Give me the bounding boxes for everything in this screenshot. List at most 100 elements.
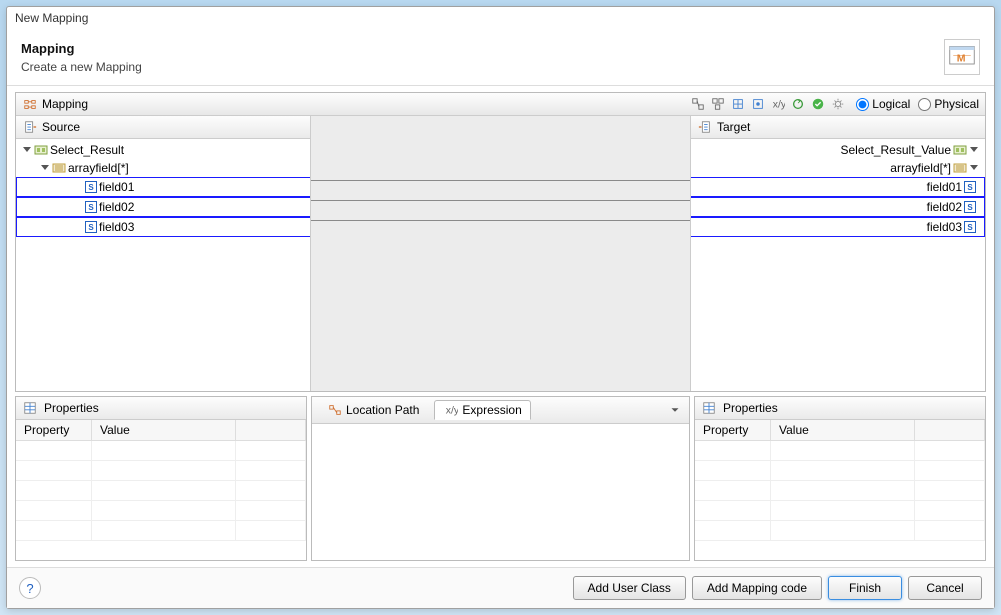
physical-radio-input[interactable] <box>918 98 931 111</box>
right-properties-columns: Property Value <box>695 420 985 441</box>
mapping-icon-small <box>22 96 38 112</box>
properties-icon <box>22 400 38 416</box>
view-mode-radio-group: Logical Physical <box>856 97 979 111</box>
source-root-row[interactable]: Select_Result <box>16 141 310 159</box>
table-row[interactable] <box>695 481 985 501</box>
col-spacer <box>236 420 306 440</box>
toolbar-refresh-icon[interactable] <box>790 96 806 112</box>
cancel-button[interactable]: Cancel <box>908 576 982 600</box>
main-content: Mapping x/y Logical Physical <box>7 86 994 567</box>
col-value: Value <box>771 420 915 440</box>
object-icon <box>953 143 967 157</box>
source-label: Source <box>42 120 80 134</box>
source-tree[interactable]: Select_Result arrayfield[*] S field01 <box>16 139 310 391</box>
tab-expression[interactable]: x/y Expression <box>434 400 530 420</box>
mapping-canvas[interactable] <box>311 116 691 391</box>
left-properties-table[interactable]: Property Value <box>16 420 306 560</box>
target-field-row[interactable]: field03 S <box>691 217 985 237</box>
expression-editor-area[interactable] <box>312 424 689 560</box>
finish-button[interactable]: Finish <box>828 576 902 600</box>
col-value: Value <box>92 420 236 440</box>
page-subtitle: Create a new Mapping <box>21 60 142 74</box>
target-field-label: field03 <box>927 220 962 234</box>
target-pane: Target Select_Result_Value arrayfield[*] <box>691 116 985 391</box>
source-field-label: field03 <box>99 220 134 234</box>
table-row[interactable] <box>16 461 306 481</box>
toolbar-action-2-icon[interactable] <box>710 96 726 112</box>
mapping-panel: Mapping x/y Logical Physical <box>15 92 986 392</box>
dialog-footer: ? Add User Class Add Mapping code Finish… <box>7 567 994 608</box>
mapping-toolbar: Mapping x/y Logical Physical <box>16 93 985 116</box>
string-type-icon: S <box>85 201 97 213</box>
table-row[interactable] <box>695 461 985 481</box>
expand-toggle-icon[interactable] <box>969 145 979 155</box>
string-type-icon: S <box>964 201 976 213</box>
expand-toggle-icon[interactable] <box>969 163 979 173</box>
right-properties-panel: Properties Property Value <box>694 396 986 561</box>
mapping-panel-label: Mapping <box>42 97 88 111</box>
physical-radio[interactable]: Physical <box>918 97 979 111</box>
svg-text:x/y: x/y <box>773 99 785 111</box>
target-header-icon <box>697 119 713 135</box>
left-properties-columns: Property Value <box>16 420 306 441</box>
physical-radio-label: Physical <box>934 97 979 111</box>
toolbar-action-1-icon[interactable] <box>690 96 706 112</box>
source-field-row[interactable]: S field01 <box>16 177 310 197</box>
help-button[interactable]: ? <box>19 577 41 599</box>
string-type-icon: S <box>85 221 97 233</box>
array-icon <box>953 161 967 175</box>
target-label: Target <box>717 120 750 134</box>
table-row[interactable] <box>695 521 985 541</box>
source-header-icon <box>22 119 38 135</box>
tab-location-path[interactable]: Location Path <box>318 400 428 420</box>
dropdown-icon[interactable] <box>667 402 683 418</box>
left-properties-panel: Properties Property Value <box>15 396 307 561</box>
location-path-icon <box>327 402 343 418</box>
object-icon <box>34 143 48 157</box>
table-row[interactable] <box>695 441 985 461</box>
toolbar-action-3-icon[interactable] <box>730 96 746 112</box>
toolbar-validate-icon[interactable] <box>810 96 826 112</box>
target-field-label: field01 <box>927 180 962 194</box>
source-pane: Source Select_Result arrayfield[*] <box>16 116 311 391</box>
toolbar-action-4-icon[interactable] <box>750 96 766 112</box>
right-properties-header: Properties <box>695 397 985 420</box>
svg-text:M: M <box>957 52 966 64</box>
mapping-toolbar-left: Mapping <box>22 96 88 112</box>
expand-toggle-icon[interactable] <box>22 145 32 155</box>
logical-radio-label: Logical <box>872 97 910 111</box>
toolbar-gear-icon[interactable] <box>830 96 846 112</box>
target-tree[interactable]: Select_Result_Value arrayfield[*] field0… <box>691 139 985 391</box>
table-row[interactable] <box>16 441 306 461</box>
center-tabs-header: Location Path x/y Expression <box>312 397 689 424</box>
right-properties-table[interactable]: Property Value <box>695 420 985 560</box>
target-root-row[interactable]: Select_Result_Value <box>691 141 985 159</box>
col-property: Property <box>695 420 771 440</box>
expand-toggle-icon[interactable] <box>40 163 50 173</box>
mapping-lines <box>311 116 690 391</box>
table-row[interactable] <box>16 521 306 541</box>
target-arrayfield-row[interactable]: arrayfield[*] <box>691 159 985 177</box>
source-root-label: Select_Result <box>50 143 124 157</box>
toolbar-xy-icon[interactable]: x/y <box>770 96 786 112</box>
table-row[interactable] <box>695 501 985 521</box>
left-properties-header: Properties <box>16 397 306 420</box>
add-mapping-code-button[interactable]: Add Mapping code <box>692 576 822 600</box>
target-arrayfield-label: arrayfield[*] <box>890 161 951 175</box>
array-icon <box>52 161 66 175</box>
svg-text:x/y: x/y <box>446 405 458 417</box>
mapping-split-view: Source Select_Result arrayfield[*] <box>16 116 985 391</box>
source-field-row[interactable]: S field03 <box>16 217 310 237</box>
source-arrayfield-row[interactable]: arrayfield[*] <box>16 159 310 177</box>
source-field-label: field02 <box>99 200 134 214</box>
logical-radio[interactable]: Logical <box>856 97 910 111</box>
target-field-row[interactable]: field01 S <box>691 177 985 197</box>
table-row[interactable] <box>16 501 306 521</box>
logical-radio-input[interactable] <box>856 98 869 111</box>
table-row[interactable] <box>16 481 306 501</box>
source-field-row[interactable]: S field02 <box>16 197 310 217</box>
bottom-panels: Properties Property Value <box>15 396 986 561</box>
add-user-class-button[interactable]: Add User Class <box>573 576 686 600</box>
target-field-row[interactable]: field02 S <box>691 197 985 217</box>
source-field-label: field01 <box>99 180 134 194</box>
